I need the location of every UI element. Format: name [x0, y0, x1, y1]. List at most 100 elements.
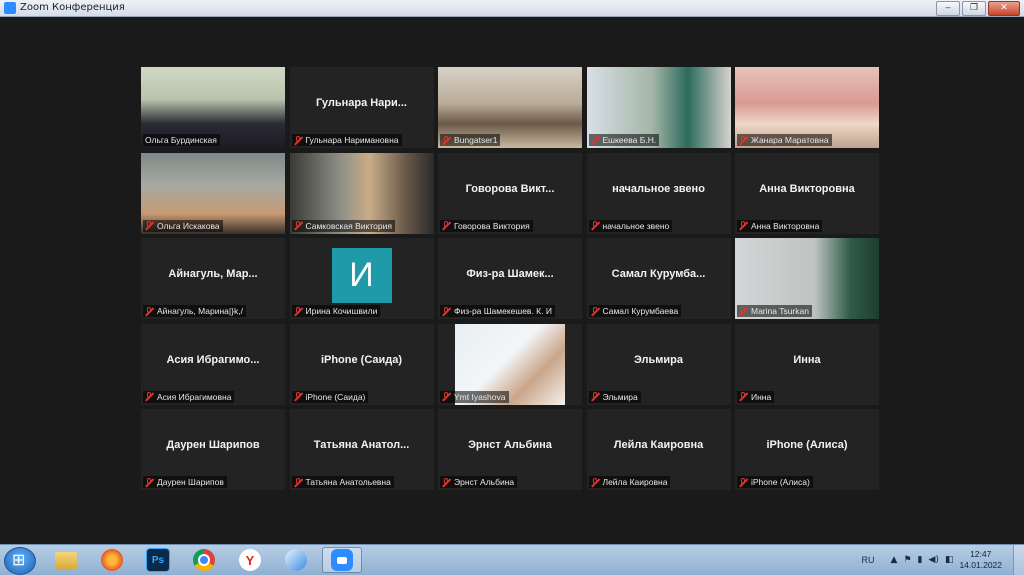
- participant-display-name: Татьяна Анатол...: [313, 439, 410, 451]
- clock-time: 12:47: [970, 549, 992, 559]
- participant-tile[interactable]: iPhone (Саида) iPhone (Саида): [289, 323, 434, 405]
- participant-tile[interactable]: И Ирина Кочишвили: [289, 238, 434, 319]
- start-button[interactable]: [4, 547, 36, 575]
- participant-name-label: Эльмира: [588, 390, 641, 403]
- participant-name: Лейла Каировна: [602, 477, 668, 487]
- muted-mic-icon: [294, 306, 303, 316]
- participant-name-label: Bungatser1: [440, 134, 501, 146]
- participant-tile[interactable]: Bungatser1: [438, 67, 582, 148]
- participant-name-label: начальное звено: [588, 219, 673, 232]
- participant-tile[interactable]: Физ-ра Шамек... Физ-ра Шамекешев. К. И: [438, 238, 582, 319]
- participant-tile[interactable]: Жанара Маратовна: [735, 67, 879, 148]
- close-button[interactable]: ✕: [988, 1, 1020, 16]
- participant-name: Говорова Виктория: [454, 220, 530, 231]
- taskbar-yandex[interactable]: Y: [230, 547, 270, 573]
- muted-mic-icon: [591, 135, 600, 145]
- volume-icon[interactable]: ◀): [929, 555, 939, 565]
- maximize-button[interactable]: ❐: [962, 1, 986, 16]
- participant-name-label: Айнагуль, Марина|}k,/: [143, 305, 246, 317]
- participant-tile[interactable]: Ольга Искакова: [141, 152, 285, 234]
- participant-tile[interactable]: Анна Викторовна Анна Викторовна: [735, 152, 879, 234]
- taskbar-explorer[interactable]: [46, 547, 86, 573]
- taskbar-firefox[interactable]: [92, 547, 132, 573]
- participant-display-name: Даурен Шарипов: [166, 439, 260, 451]
- muted-mic-icon: [442, 306, 451, 316]
- participant-name: Самковская Виктория: [305, 220, 392, 231]
- muted-mic-icon: [294, 477, 303, 487]
- taskbar-photoshop[interactable]: Ps: [138, 547, 178, 573]
- participant-name: Самал Курумбаева: [602, 306, 679, 316]
- language-indicator[interactable]: RU: [862, 555, 875, 565]
- participant-tile[interactable]: Эльмира Эльмира: [586, 323, 731, 405]
- muted-mic-icon: [739, 392, 748, 401]
- participant-name: iPhone (Алиса): [751, 477, 810, 487]
- participant-name: Эльмира: [602, 391, 638, 402]
- participant-tile[interactable]: Лейла Каировна Лейла Каировна: [586, 409, 731, 490]
- muted-mic-icon: [442, 477, 451, 487]
- participant-name: Ymt Iyashova: [454, 391, 506, 402]
- taskbar-zoom[interactable]: [322, 547, 362, 573]
- taskbar-feather-app[interactable]: [276, 547, 316, 573]
- participant-tile[interactable]: Ешкеева Б.Н.: [586, 67, 731, 148]
- participant-name-label: Анна Викторовна: [737, 219, 823, 232]
- participant-display-name: Асия Ибрагимо...: [166, 353, 260, 366]
- participant-name-label: Самковская Виктория: [291, 219, 395, 232]
- participant-display-name: Эльмира: [633, 353, 684, 366]
- participant-name: Ешкеева Б.Н.: [602, 135, 657, 145]
- participant-name: Даурен Шарипов: [157, 477, 224, 487]
- participant-tile[interactable]: Ymt Iyashova: [438, 323, 582, 405]
- muted-mic-icon: [739, 221, 748, 230]
- clock[interactable]: 12:47 14.01.2022: [959, 549, 1002, 571]
- participant-name-label: Самал Курумбаева: [588, 305, 682, 317]
- participant-tile[interactable]: Ольга Бурдинская: [141, 67, 285, 148]
- taskbar-chrome[interactable]: [184, 547, 224, 573]
- muted-mic-icon: [442, 135, 451, 145]
- muted-mic-icon: [145, 477, 154, 487]
- taskbar: Ps Y RU ▲ ⚑ ▮ ◀) ◧ 12:47 14.01.2022: [0, 544, 1024, 575]
- muted-mic-icon: [145, 392, 154, 401]
- participant-display-name: Говорова Викт...: [465, 182, 555, 195]
- participant-display-name: Самал Курумба...: [611, 268, 706, 280]
- muted-mic-icon: [294, 392, 303, 401]
- participant-name: Ирина Кочишвили: [305, 306, 378, 316]
- participant-name-label: Жанара Маратовна: [737, 134, 832, 146]
- muted-mic-icon: [591, 392, 600, 401]
- participant-display-name: Эрнст Альбина: [468, 439, 552, 451]
- participant-tile[interactable]: Самковская Виктория: [289, 152, 434, 234]
- show-desktop-button[interactable]: [1013, 545, 1024, 575]
- participant-name-label: Ешкеева Б.Н.: [588, 134, 660, 146]
- flag-icon[interactable]: ⚑: [903, 555, 911, 565]
- participant-name: iPhone (Саида): [305, 391, 366, 402]
- participant-tile[interactable]: Самал Курумба... Самал Курумбаева: [586, 238, 731, 319]
- participant-tile[interactable]: Инна Инна: [735, 323, 879, 405]
- participant-name-label: Татьяна Анатольевна: [291, 476, 394, 488]
- participant-name-label: Ольга Бурдинская: [143, 134, 220, 146]
- participant-display-name: Инна: [793, 353, 821, 366]
- participant-name-label: Ирина Кочишвили: [291, 305, 381, 317]
- participant-tile[interactable]: Говорова Викт... Говорова Виктория: [438, 152, 582, 234]
- participant-tile[interactable]: начальное звено начальное звено: [586, 152, 731, 234]
- participant-tile[interactable]: iPhone (Алиса) iPhone (Алиса): [735, 409, 879, 490]
- participant-tile[interactable]: Эрнст Альбина Эрнст Альбина: [438, 409, 582, 490]
- minimize-button[interactable]: ‒: [936, 1, 960, 16]
- muted-mic-icon: [442, 221, 451, 230]
- tray-arrow-icon[interactable]: ▲: [891, 555, 898, 565]
- participant-tile[interactable]: Татьяна Анатол... Татьяна Анатольевна: [289, 409, 434, 490]
- participant-tile[interactable]: Даурен Шарипов Даурен Шарипов: [141, 409, 285, 490]
- participant-tile[interactable]: Гульнара Нари... Гульнара Наримановна: [289, 67, 434, 148]
- participant-tile[interactable]: Айнагуль, Мар... Айнагуль, Марина|}k,/: [141, 238, 285, 319]
- participant-name: Ольга Бурдинская: [145, 135, 217, 145]
- participant-display-name: Физ-ра Шамек...: [466, 268, 554, 280]
- participant-display-name: начальное звено: [612, 182, 705, 195]
- participant-avatar: И: [331, 248, 392, 303]
- participant-name: Анна Викторовна: [751, 220, 820, 231]
- participant-tile[interactable]: Marina Tsurkan: [735, 238, 879, 319]
- participant-name: Жанара Маратовна: [751, 135, 829, 145]
- participant-name: начальное звено: [602, 220, 670, 231]
- participant-tile[interactable]: Асия Ибрагимо... Асия Ибрагимовна: [141, 323, 285, 405]
- participant-name: Айнагуль, Марина|}k,/: [157, 306, 243, 316]
- participant-name-label: Ymt Iyashova: [440, 390, 509, 403]
- folder-icon: [55, 551, 77, 569]
- network-icon[interactable]: ▮: [918, 555, 923, 565]
- power-icon[interactable]: ◧: [945, 555, 954, 565]
